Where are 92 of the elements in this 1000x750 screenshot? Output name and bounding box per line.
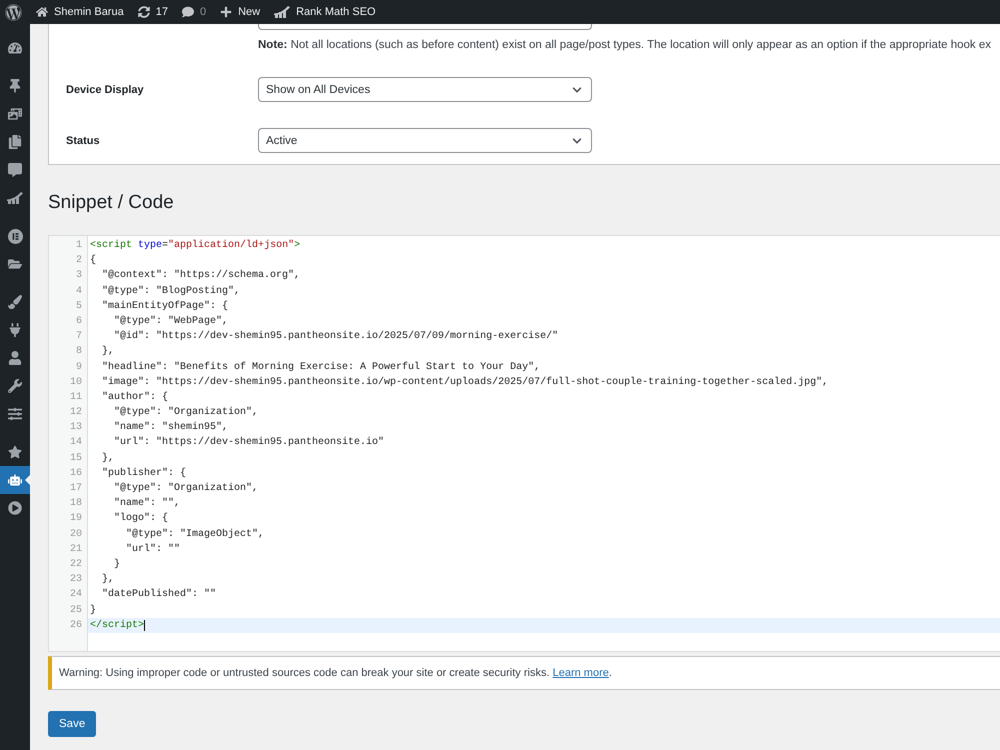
code-line: "mainEntityOfPage": { bbox=[101, 300, 228, 314]
admin-bar-link[interactable]: 0 bbox=[174, 0, 214, 24]
code-line: "logo": { bbox=[113, 512, 168, 526]
line-number: 5 bbox=[76, 300, 82, 314]
code-line: } bbox=[89, 604, 96, 618]
line-number: 22 bbox=[70, 558, 82, 572]
code-line: } bbox=[113, 558, 120, 572]
logo-link[interactable] bbox=[5, 4, 22, 20]
code-line: "datePublished": "" bbox=[101, 588, 216, 602]
line-number: 16 bbox=[70, 466, 82, 481]
code-line: }, bbox=[101, 452, 114, 466]
line-number: 23 bbox=[70, 573, 82, 588]
field-label: Status bbox=[66, 134, 100, 146]
code-line: }, bbox=[101, 572, 114, 588]
section-heading: Snippet / Code bbox=[48, 192, 174, 214]
comment-icon bbox=[8, 163, 22, 177]
line-number: 11 bbox=[70, 390, 82, 405]
save-button[interactable]: Save bbox=[48, 710, 96, 737]
code-line: <script type="application/ld+json"> bbox=[89, 238, 300, 253]
plus-icon bbox=[220, 6, 232, 18]
line-number: 13 bbox=[70, 421, 82, 436]
admin-bar-link[interactable]: Shemin Barua bbox=[29, 0, 131, 24]
line-number: 21 bbox=[70, 542, 82, 557]
dropdown-select[interactable]: Active bbox=[258, 128, 592, 153]
admin-bar-link[interactable]: Rank Math SEO bbox=[267, 0, 383, 24]
wrench-icon bbox=[8, 379, 22, 393]
code-line: "name": "shemin95", bbox=[113, 420, 228, 436]
circle-logo-icon bbox=[8, 228, 22, 244]
code-line: "author": { bbox=[101, 390, 168, 405]
line-number: 1 bbox=[76, 239, 82, 253]
chevron-down-icon bbox=[572, 84, 582, 94]
line-number: 4 bbox=[76, 284, 82, 299]
code-line: "@type": "ImageObject", bbox=[125, 528, 264, 542]
code-line: }, bbox=[101, 344, 114, 360]
admin-bar-link[interactable]: New bbox=[213, 0, 268, 24]
star-icon bbox=[8, 445, 22, 459]
dropdown-select[interactable] bbox=[258, 24, 592, 30]
wordpress-logo-icon bbox=[5, 4, 22, 20]
line-number: 10 bbox=[70, 376, 82, 390]
code-line: "url": "https://dev-shemin95.pantheonsite.io" bbox=[113, 436, 384, 450]
admin-bar-link[interactable]: 17 bbox=[130, 0, 175, 24]
line-number: 17 bbox=[70, 482, 82, 496]
chevron-down-icon bbox=[572, 136, 582, 146]
sliders-icon bbox=[8, 407, 22, 421]
line-number: 25 bbox=[70, 604, 82, 618]
play-icon bbox=[8, 501, 22, 515]
code-line: "@type": "BlogPosting", bbox=[101, 284, 240, 299]
menu-item[interactable] bbox=[0, 466, 30, 494]
code-line: "@type": "Organization", bbox=[113, 482, 258, 496]
line-number: 24 bbox=[70, 588, 82, 602]
code-line: "@type": "WebPage", bbox=[113, 314, 228, 329]
line-number: 9 bbox=[76, 360, 82, 374]
line-number: 7 bbox=[76, 330, 82, 344]
code-line: { bbox=[89, 254, 96, 268]
refresh-icon bbox=[138, 6, 150, 18]
robot-icon bbox=[8, 473, 22, 487]
line-number: 12 bbox=[70, 406, 82, 420]
folder-icon bbox=[8, 257, 22, 271]
code-line: "publisher": { bbox=[101, 466, 186, 481]
line-number: 2 bbox=[76, 254, 82, 268]
line-number: 20 bbox=[70, 528, 82, 542]
plug-icon bbox=[8, 323, 22, 337]
code-line: "headline": "Benefits of Morning Exercise: A Powerful Start to Your Day", bbox=[101, 360, 540, 374]
media-icon bbox=[8, 107, 22, 121]
warning-text: Warning: Using improper code or untrusted sources code can break your site or create security risks. Learn more. bbox=[59, 666, 612, 680]
line-number: 19 bbox=[70, 512, 82, 526]
line-number: 26 bbox=[70, 618, 82, 633]
code-line: "@context": "https://schema.org", bbox=[101, 268, 300, 284]
dropdown-select[interactable]: Show on All Devices bbox=[258, 77, 592, 102]
code-line: "@type": "Organization", bbox=[113, 406, 258, 420]
line-number: 15 bbox=[70, 452, 82, 466]
learn-more-link[interactable]: Learn more bbox=[552, 666, 609, 679]
line-number: 18 bbox=[70, 497, 82, 512]
field-label: Device Display bbox=[66, 84, 144, 96]
code-line: "url": "" bbox=[125, 542, 180, 557]
bar-chart-icon bbox=[274, 6, 290, 18]
code-line: "name": "", bbox=[113, 496, 180, 512]
line-number: 3 bbox=[76, 269, 82, 284]
bar-chart-icon bbox=[7, 192, 23, 204]
user-icon bbox=[8, 351, 22, 365]
comment-icon bbox=[182, 6, 194, 18]
code-line: "@id": "https://dev-shemin95.pantheonsite.io/2025/07/09/morning-exercise/" bbox=[113, 330, 558, 344]
note-text: Note: Not all locations (such as before content) exist on all page/post types. The location will only appear as an option if the appropriate hook ex bbox=[258, 38, 992, 52]
code-line: "image": "https://dev-shemin95.pantheonsite.io/wp-content/uploads/2025/07/full-shot-couple-training-together-scaled.jpg", bbox=[101, 376, 828, 390]
line-number: 14 bbox=[70, 436, 82, 450]
gauge-icon bbox=[8, 41, 22, 55]
brush-icon bbox=[8, 295, 22, 309]
pages-icon bbox=[8, 135, 22, 149]
line-number: 8 bbox=[76, 345, 82, 360]
line-number: 6 bbox=[76, 314, 82, 329]
pin-icon bbox=[8, 79, 22, 93]
home-icon bbox=[36, 6, 48, 18]
